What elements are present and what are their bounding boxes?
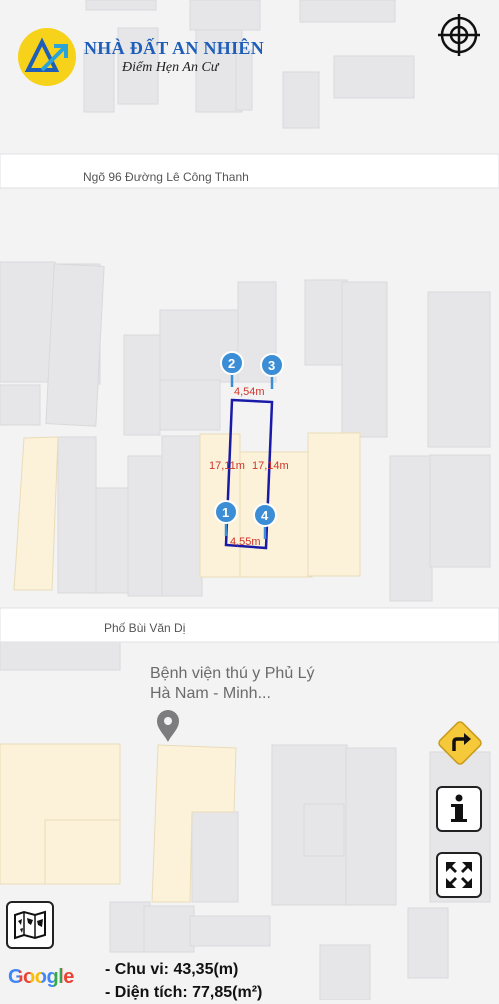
svg-text:1: 1 xyxy=(222,505,229,520)
directions-button[interactable] xyxy=(434,717,486,769)
street-label-north: Ngõ 96 Đường Lê Công Thanh xyxy=(83,170,249,184)
svg-text:2: 2 xyxy=(228,356,235,371)
google-attribution: Google xyxy=(8,966,74,989)
map-canvas[interactable]: 4,54m 17,11m 17,14m 4,55m 1 2 3 4 xyxy=(0,0,499,1000)
poi-label[interactable]: Bệnh viện thú y Phủ Lý Hà Nam - Minh... xyxy=(150,664,330,704)
street-label-south: Phố Bùi Văn Dị xyxy=(104,621,186,635)
edge-label-bottom: 4,55m xyxy=(230,536,261,548)
fullscreen-button[interactable] xyxy=(436,852,482,898)
map-pin-icon[interactable] xyxy=(157,710,179,742)
edge-label-top: 4,54m xyxy=(234,386,265,398)
info-button[interactable] xyxy=(436,786,482,832)
crosshair-icon[interactable] xyxy=(436,12,482,58)
folded-map-icon xyxy=(14,910,46,940)
logo-emblem-icon xyxy=(18,28,76,86)
google-logo-text: Google xyxy=(8,966,74,988)
info-icon xyxy=(451,794,467,822)
map-type-button[interactable] xyxy=(6,901,54,949)
brand-logo: NHÀ ĐẤT AN NHIÊN Điểm Hẹn An Cư xyxy=(18,24,288,86)
marker-3[interactable]: 3 xyxy=(260,353,284,389)
measurement-summary: - Chu vi: 43,35(m) - Diện tích: 77,85(m²… xyxy=(105,958,262,1004)
svg-text:4: 4 xyxy=(261,508,269,523)
brand-slogan: Điểm Hẹn An Cư xyxy=(122,60,219,75)
perimeter-text: - Chu vi: 43,35(m) xyxy=(105,961,239,978)
expand-icon xyxy=(446,862,472,888)
edge-label-right: 17,14m xyxy=(252,460,289,472)
svg-text:3: 3 xyxy=(268,358,275,373)
turn-right-icon xyxy=(438,721,482,765)
area-text: - Diện tích: 77,85(m²) xyxy=(105,984,263,1001)
road-north xyxy=(0,153,499,189)
road-south xyxy=(0,607,499,643)
edge-label-left: 17,11m xyxy=(209,460,245,472)
brand-name: NHÀ ĐẤT AN NHIÊN xyxy=(84,38,264,58)
